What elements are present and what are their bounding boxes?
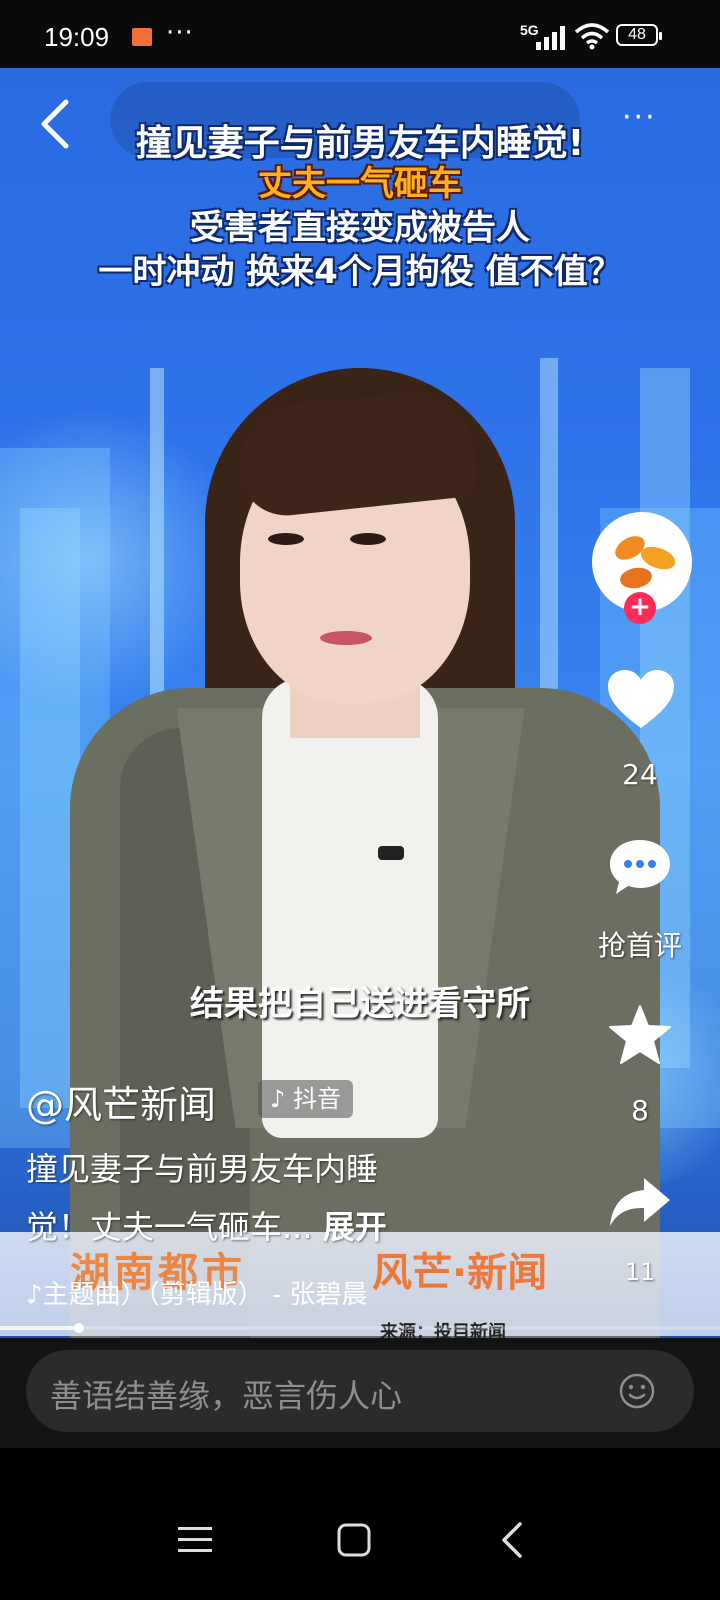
lapel-mic [378,846,404,860]
expand-link[interactable]: 展开 [323,1208,387,1246]
recent-apps-icon[interactable] [176,1525,214,1555]
anchor-eye [268,533,304,545]
comment-bubble-icon[interactable] [606,836,674,898]
back-arrow-icon[interactable] [36,96,76,152]
comment-placeholder: 善语结善缘，恶言伤人心 [50,1377,403,1415]
douyin-icon: ♪ [270,1085,286,1113]
headline-line-3: 受害者直接变成被告人 [190,208,530,248]
more-notifications-icon: ··· [166,18,194,48]
share-arrow-icon[interactable] [608,1176,672,1228]
signal-icon [536,26,565,50]
favorite-count: 8 [631,1094,649,1127]
like-count: 24 [622,758,658,791]
wifi-icon [574,23,610,50]
video-description-line-1: 撞见妻子与前男友车内睡 [26,1150,379,1188]
anchor-eye [350,533,386,545]
description-text: 觉！丈夫一气砸车... [26,1208,313,1246]
video-progress-bar[interactable] [0,1323,720,1333]
battery-indicator: 48 [616,24,662,46]
home-icon[interactable] [336,1522,372,1558]
anchor-blouse [262,678,438,1138]
headline-line-4: 一时冲动 换来4个月拘役 值不值？ [98,252,622,292]
favorite-star-icon[interactable] [608,1004,672,1066]
emoji-icon[interactable] [618,1372,656,1410]
headline-line-2: 丈夫一气砸车 [258,164,462,204]
author-name[interactable]: @风芒新闻 [26,1074,216,1129]
comment-label: 抢首评 [597,929,682,962]
background-glow [0,408,240,708]
video-progress-fill [0,1326,80,1330]
platform-label: 抖音 [292,1085,341,1113]
more-options-icon[interactable]: ··· [622,100,657,135]
back-nav-icon[interactable] [498,1520,526,1560]
anchor-lips [320,631,372,645]
platform-badge: ♪ 抖音 [258,1080,353,1118]
share-count: 11 [624,1258,656,1286]
follow-button[interactable]: + [624,592,656,624]
notification-icon [132,28,152,46]
video-description-line-2: 觉！丈夫一气砸车... 展开 [26,1202,387,1248]
like-heart-icon[interactable] [606,668,676,732]
music-marquee[interactable]: ♪主题曲）（剪辑版） - 张碧晨 [26,1274,436,1311]
status-bar: 19:09 ··· 5G 48 [0,0,720,68]
status-time: 19:09 [44,22,110,52]
